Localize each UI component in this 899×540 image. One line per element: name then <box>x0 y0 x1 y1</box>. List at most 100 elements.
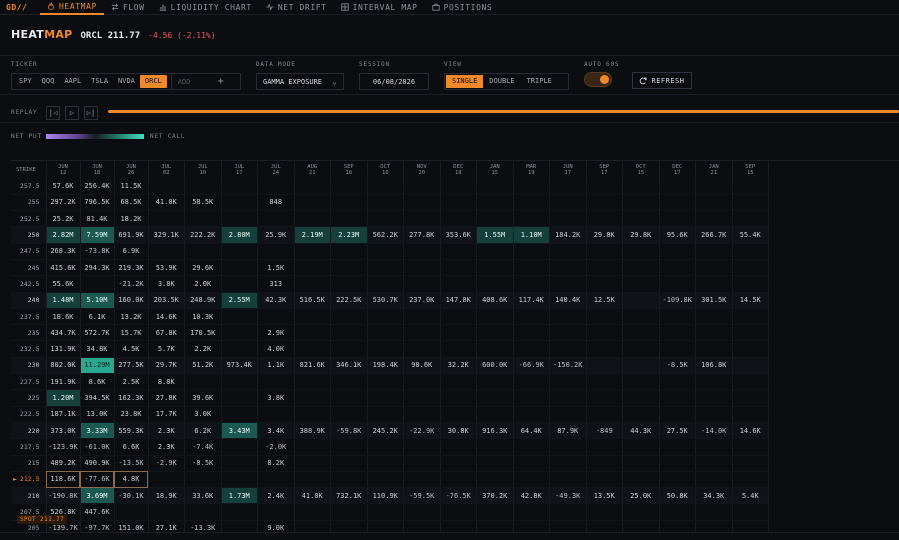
expiry-column-header[interactable]: JUL 17 <box>221 161 258 178</box>
heatmap-cell[interactable] <box>622 275 660 293</box>
heatmap-cell[interactable] <box>659 503 696 521</box>
heatmap-cell[interactable] <box>330 471 368 489</box>
heatmap-cell[interactable] <box>695 210 733 228</box>
heatmap-cell[interactable] <box>476 275 514 293</box>
heatmap-cell[interactable]: 13.0K <box>80 406 115 423</box>
heatmap-cell[interactable]: 2.2K <box>184 340 222 358</box>
heatmap-cell[interactable] <box>586 503 623 521</box>
heatmap-cell[interactable] <box>622 308 660 326</box>
heatmap-cell[interactable] <box>622 455 660 472</box>
heatmap-cell[interactable]: 1.48M <box>46 292 81 309</box>
heatmap-cell[interactable] <box>403 406 441 423</box>
ticker-aapl[interactable]: AAPL <box>59 75 86 88</box>
heatmap-cell[interactable] <box>257 243 295 260</box>
ticker-qqq[interactable]: QQQ <box>37 75 60 88</box>
heatmap-cell[interactable]: 346.1K <box>330 357 368 375</box>
heatmap-cell[interactable] <box>476 243 514 260</box>
heatmap-cell[interactable] <box>294 471 331 489</box>
heatmap-cell[interactable] <box>367 259 404 277</box>
heatmap-cell[interactable] <box>330 373 368 391</box>
heatmap-cell[interactable]: 294.3K <box>80 259 115 277</box>
heatmap-cell[interactable]: 5.7K <box>148 340 185 358</box>
heatmap-cell[interactable] <box>732 373 769 391</box>
heatmap-cell[interactable]: 203.5K <box>148 292 185 309</box>
heatmap-cell[interactable] <box>294 210 331 228</box>
heatmap-cell[interactable] <box>294 503 331 521</box>
heatmap-cell[interactable] <box>184 178 222 195</box>
heatmap-cell[interactable] <box>659 259 696 277</box>
heatmap-cell[interactable] <box>695 438 733 456</box>
heatmap-cell[interactable]: 3.33M <box>80 422 115 440</box>
heatmap-cell[interactable] <box>549 373 587 391</box>
heatmap-cell[interactable]: 27.8K <box>148 389 185 407</box>
heatmap-cell[interactable]: 50.8K <box>659 487 696 505</box>
heatmap-cell[interactable] <box>732 471 769 489</box>
heatmap-cell[interactable] <box>330 438 368 456</box>
heatmap-cell[interactable]: 4.0K <box>257 340 295 358</box>
heatmap-cell[interactable]: 25.9K <box>257 226 295 244</box>
heatmap-cell[interactable]: 34.3K <box>695 487 733 505</box>
heatmap-cell[interactable]: 973.4K <box>221 357 258 375</box>
heatmap-cell[interactable]: 57.6K <box>46 178 81 195</box>
heatmap-cell[interactable] <box>732 520 769 532</box>
heatmap-cell[interactable] <box>513 194 550 212</box>
heatmap-cell[interactable] <box>257 373 295 391</box>
heatmap-cell[interactable]: 58.5K <box>184 194 222 212</box>
heatmap-cell[interactable]: 18.6K <box>46 308 81 326</box>
heatmap-cell[interactable]: 447.6K <box>80 503 115 521</box>
heatmap-cell[interactable] <box>403 389 441 407</box>
heatmap-cell[interactable] <box>257 308 295 326</box>
session-date-input[interactable]: 06/08/2026 <box>359 73 429 90</box>
heatmap-cell[interactable] <box>148 471 185 489</box>
heatmap-cell[interactable]: 55.6K <box>46 275 81 293</box>
expiry-column-header[interactable]: OCT 16 <box>367 161 404 178</box>
heatmap-cell[interactable] <box>586 243 623 260</box>
heatmap-cell[interactable] <box>476 259 514 277</box>
heatmap-cell[interactable]: -76.5K <box>440 487 477 505</box>
heatmap-cell[interactable]: 67.8K <box>148 324 185 342</box>
heatmap-cell[interactable] <box>221 243 258 260</box>
heatmap-cell[interactable]: 2.0K <box>184 275 222 293</box>
heatmap-cell[interactable]: 370.2K <box>476 487 514 505</box>
heatmap-cell[interactable]: 2.9K <box>257 324 295 342</box>
heatmap-cell[interactable]: 277.5K <box>114 357 149 375</box>
heatmap-cell[interactable] <box>367 406 404 423</box>
heatmap-cell[interactable]: -66.9K <box>513 357 550 375</box>
heatmap-cell[interactable] <box>221 438 258 456</box>
heatmap-cell[interactable]: 8.2K <box>257 455 295 472</box>
heatmap-cell[interactable]: -14.0K <box>695 422 733 440</box>
heatmap-cell[interactable] <box>80 275 115 293</box>
heatmap-cell[interactable] <box>586 471 623 489</box>
heatmap-cell[interactable] <box>403 194 441 212</box>
heatmap-cell[interactable] <box>221 373 258 391</box>
heatmap-cell[interactable] <box>549 308 587 326</box>
heatmap-cell[interactable] <box>330 178 368 195</box>
heatmap-cell[interactable] <box>294 259 331 277</box>
heatmap-cell[interactable]: 3.0K <box>184 406 222 423</box>
add-ticker-input[interactable]: ADD + <box>170 74 227 89</box>
heatmap-cell[interactable] <box>659 275 696 293</box>
heatmap-cell[interactable] <box>330 259 368 277</box>
heatmap-cell[interactable] <box>549 243 587 260</box>
nav-tab-liquidity-chart[interactable]: LIQUIDITY CHART <box>152 0 259 15</box>
heatmap-cell[interactable] <box>513 340 550 358</box>
heatmap-cell[interactable] <box>695 406 733 423</box>
skip-back-button[interactable]: |◁ <box>46 106 60 120</box>
heatmap-cell[interactable]: 219.3K <box>114 259 149 277</box>
heatmap-cell[interactable]: 27.5K <box>659 422 696 440</box>
heatmap-cell[interactable] <box>659 520 696 532</box>
heatmap-cell[interactable]: 42.3K <box>257 292 295 309</box>
heatmap-cell[interactable] <box>330 340 368 358</box>
heatmap-cell[interactable] <box>622 178 660 195</box>
heatmap-cell[interactable] <box>513 373 550 391</box>
heatmap-cell[interactable] <box>586 455 623 472</box>
heatmap-cell[interactable]: 32.2K <box>440 357 477 375</box>
heatmap-cell[interactable] <box>732 389 769 407</box>
heatmap-cell[interactable] <box>549 324 587 342</box>
heatmap-cell[interactable] <box>549 275 587 293</box>
heatmap-cell[interactable] <box>294 373 331 391</box>
heatmap-cell[interactable] <box>586 406 623 423</box>
heatmap-cell[interactable]: 313 <box>257 275 295 293</box>
heatmap-cell[interactable] <box>148 503 185 521</box>
heatmap-cell[interactable] <box>330 243 368 260</box>
